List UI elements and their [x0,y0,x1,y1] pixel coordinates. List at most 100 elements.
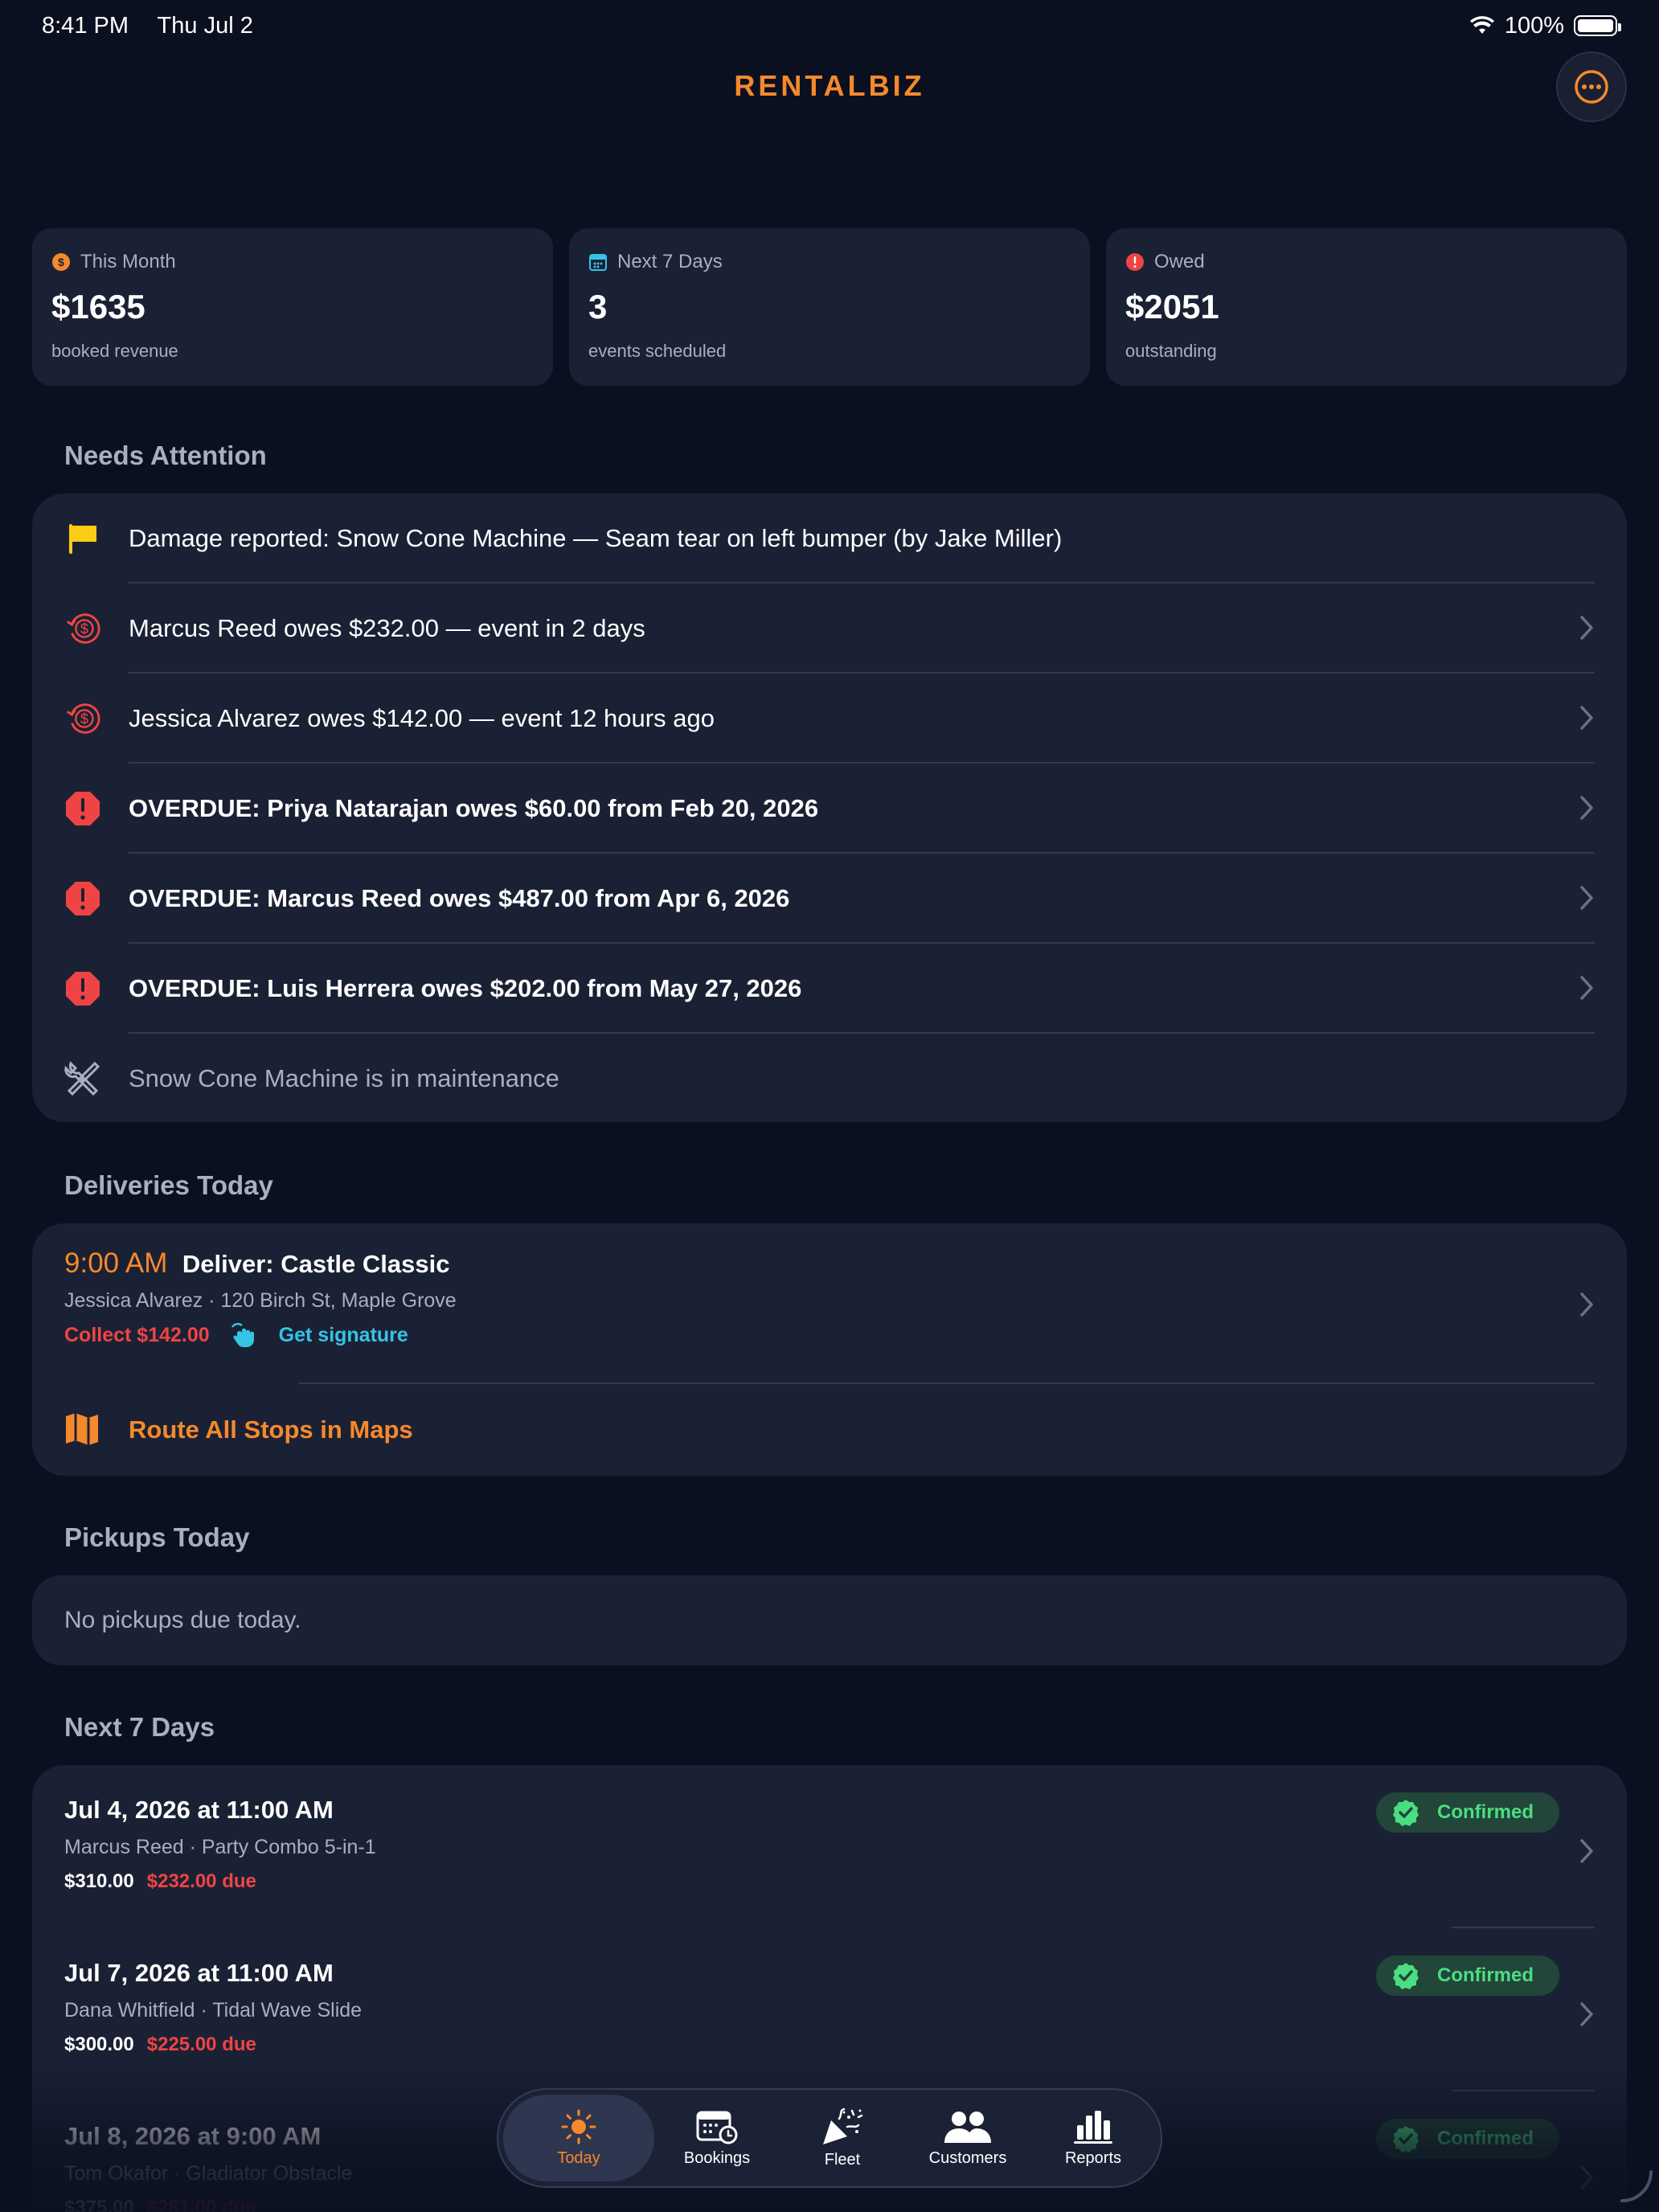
stat-card-owed: Owed $2051 outstanding [1106,228,1627,386]
party-popper-icon [823,2108,863,2144]
event-subtitle: Marcus Reed · Party Combo 5-in-1 [64,1836,376,1858]
attention-text: OVERDUE: Luis Herrera owes $202.00 from … [129,974,802,1002]
exclamation-octagon-icon [64,790,101,827]
attention-item-damage[interactable]: Damage reported: Snow Cone Machine — Sea… [32,494,1627,584]
delivery-item[interactable]: 9:00 AM Deliver: Castle Classic Jessica … [32,1223,1627,1384]
route-label: Route All Stops in Maps [129,1415,413,1444]
dollar-refresh-icon: $ [64,610,101,647]
status-time: 8:41 PM [42,12,129,39]
exclamation-octagon-icon [64,880,101,917]
ellipsis-circle-icon [1575,70,1608,104]
route-all-stops-button[interactable]: Route All Stops in Maps [32,1384,1627,1476]
attention-item-owes[interactable]: $ Marcus Reed owes $232.00 — event in 2 … [32,584,1627,674]
collect-payment-button[interactable]: Collect $142.00 [64,1324,210,1347]
delivery-subtitle: Jessica Alvarez · 120 Birch St, Maple Gr… [64,1289,457,1312]
event-total: $310.00 [64,1870,134,1892]
attention-item-overdue[interactable]: OVERDUE: Luis Herrera owes $202.00 from … [32,944,1627,1034]
event-due: $225.00 due [146,2034,256,2055]
tab-label: Reports [1064,2149,1122,2167]
sun-icon [561,2109,596,2144]
svg-text:$: $ [80,711,88,727]
tab-label: Bookings [683,2149,751,2167]
event-total: $375.00 [64,2197,134,2212]
event-date: Jul 4, 2026 at 11:00 AM [64,1796,334,1824]
calendar-clock-icon [696,2111,738,2144]
event-item[interactable]: Jul 7, 2026 at 11:00 AM Dana Whitfield ·… [32,1928,1627,2091]
attention-item-overdue[interactable]: OVERDUE: Priya Natarajan owes $60.00 fro… [32,764,1627,854]
attention-text: OVERDUE: Priya Natarajan owes $60.00 fro… [129,794,819,822]
status-badge: Confirmed [1376,1792,1559,1833]
stat-sub: events scheduled [588,341,727,361]
stat-value: $1635 [51,288,145,326]
bar-chart-icon [1074,2110,1112,2144]
checkmark-seal-icon [1393,1800,1419,1826]
battery-icon [1574,15,1621,36]
tab-customers[interactable]: Customers [905,2095,1030,2181]
attention-item-owes[interactable]: $ Jessica Alvarez owes $142.00 — event 1… [32,674,1627,764]
chevron-right-icon [1580,1839,1593,1863]
event-subtitle: Dana Whitfield · Tidal Wave Slide [64,1999,363,2022]
tab-label: Fleet [824,2150,861,2169]
section-title-next-7-days: Next 7 Days [64,1712,215,1742]
app-brand: RENTALBIZ [734,69,925,102]
chevron-right-icon [1580,616,1593,640]
section-title-pickups: Pickups Today [64,1522,250,1552]
chevron-right-icon [1580,886,1593,910]
event-date: Jul 7, 2026 at 11:00 AM [64,1959,334,1987]
tab-bar: Today Bookings Fleet Customers Reports [497,2088,1162,2188]
tab-today[interactable]: Today [503,2095,654,2181]
section-title-needs-attention: Needs Attention [64,440,267,470]
stat-value: $2051 [1125,288,1219,326]
wrench-screwdriver-icon [64,1060,101,1097]
event-due: $281.00 due [146,2197,256,2212]
battery-percent: 100% [1504,12,1564,39]
chevron-right-icon [1580,796,1593,820]
status-left: 8:41 PM Thu Jul 2 [42,13,276,39]
wifi-icon [1469,16,1494,34]
stat-label: Owed [1154,251,1205,272]
tab-label: Today [557,2149,600,2167]
pickups-empty-text: No pickups due today. [64,1607,301,1633]
tab-reports[interactable]: Reports [1030,2095,1156,2181]
attention-text: OVERDUE: Marcus Reed owes $487.00 from A… [129,884,790,912]
attention-text: Damage reported: Snow Cone Machine — Sea… [129,524,1063,552]
attention-text: Snow Cone Machine is in maintenance [129,1064,559,1092]
chevron-right-icon [1580,976,1593,1000]
resize-handle-icon[interactable] [1619,2169,1654,2204]
stats-row: $ This Month $1635 booked revenue Next 7… [32,228,1627,386]
svg-text:$: $ [58,256,64,268]
attention-item-overdue[interactable]: OVERDUE: Marcus Reed owes $487.00 from A… [32,854,1627,944]
attention-item-maintenance[interactable]: Snow Cone Machine is in maintenance [32,1034,1627,1124]
status-badge-label: Confirmed [1437,1964,1534,1986]
status-badge-label: Confirmed [1437,2128,1534,2149]
stat-sub: booked revenue [51,341,178,361]
event-due: $232.00 due [146,1870,256,1892]
checkmark-seal-icon [1393,2126,1419,2153]
calendar-icon [589,254,607,271]
tab-bookings[interactable]: Bookings [654,2095,780,2181]
hand-tap-icon [231,1322,254,1347]
flag-icon [64,520,101,557]
more-button[interactable] [1556,51,1627,122]
deliveries-card: 9:00 AM Deliver: Castle Classic Jessica … [32,1223,1627,1476]
checkmark-seal-icon [1393,1963,1419,1989]
attention-text: Marcus Reed owes $232.00 — event in 2 da… [129,614,645,642]
attention-text: Jessica Alvarez owes $142.00 — event 12 … [129,704,715,732]
section-title-deliveries: Deliveries Today [64,1170,273,1200]
event-item[interactable]: Jul 4, 2026 at 11:00 AM Marcus Reed · Pa… [32,1765,1627,1928]
svg-text:$: $ [80,621,88,637]
tab-fleet[interactable]: Fleet [780,2095,905,2181]
map-icon [64,1411,100,1452]
pickups-card: No pickups due today. [32,1575,1627,1665]
stat-card-next-7-days: Next 7 Days 3 events scheduled [569,228,1090,386]
chevron-right-icon [1580,706,1593,730]
status-right: 100% [1469,12,1621,39]
exclamation-circle-icon [1126,253,1144,271]
exclamation-octagon-icon [64,970,101,1007]
delivery-time: 9:00 AM [64,1247,168,1279]
get-signature-button[interactable]: Get signature [279,1324,408,1347]
delivery-title: Deliver: Castle Classic [182,1250,450,1278]
attention-card: Damage reported: Snow Cone Machine — Sea… [32,494,1627,1122]
dollar-refresh-icon: $ [64,700,101,737]
stat-card-this-month: $ This Month $1635 booked revenue [32,228,553,386]
